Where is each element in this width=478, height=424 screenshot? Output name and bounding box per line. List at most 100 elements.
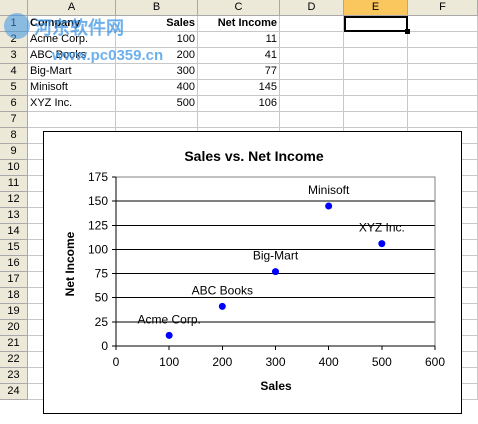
cell-f5[interactable] xyxy=(408,80,478,96)
cell-c2[interactable]: 11 xyxy=(198,32,280,48)
column-header-a[interactable]: A xyxy=(28,0,116,16)
cell-a4[interactable]: Big-Mart xyxy=(28,64,116,80)
data-point xyxy=(272,268,279,276)
cell-d4[interactable] xyxy=(280,64,344,80)
row-header-11[interactable]: 11 xyxy=(0,176,28,192)
row-header-19[interactable]: 19 xyxy=(0,304,28,320)
row-header-9[interactable]: 9 xyxy=(0,144,28,160)
cell-b7[interactable] xyxy=(116,112,198,128)
row-header-3[interactable]: 3 xyxy=(0,48,28,64)
column-header-f[interactable]: F xyxy=(408,0,478,16)
data-point xyxy=(325,202,333,210)
row-header-13[interactable]: 13 xyxy=(0,208,28,224)
cell-value: Company xyxy=(30,17,81,29)
cell-value: 106 xyxy=(258,97,277,109)
cell-value: Acme Corp. xyxy=(30,33,89,45)
y-tick-label: 150 xyxy=(88,194,108,208)
cell-e5[interactable] xyxy=(344,80,408,96)
cell-a3[interactable]: ABC Books xyxy=(28,48,116,64)
row-header-16[interactable]: 16 xyxy=(0,256,28,272)
cell-a1[interactable]: Company xyxy=(28,16,116,32)
select-all-corner[interactable] xyxy=(0,0,28,16)
scatter-chart: Sales vs. Net Income Sales Net Income 0 2… xyxy=(63,148,445,393)
x-tick-label: 100 xyxy=(159,355,179,369)
cell-e4[interactable] xyxy=(344,64,408,80)
cell-a2[interactable]: Acme Corp. xyxy=(28,32,116,48)
row-header-12[interactable]: 12 xyxy=(0,192,28,208)
x-tick-label: 300 xyxy=(265,355,285,369)
cell-e7[interactable] xyxy=(344,112,408,128)
embedded-chart[interactable]: Sales vs. Net Income Sales Net Income 0 2… xyxy=(43,131,462,414)
cell-value: 11 xyxy=(265,33,277,45)
cell-e1[interactable] xyxy=(344,16,408,32)
row-header-23[interactable]: 23 xyxy=(0,368,28,384)
data-label: XYZ Inc. xyxy=(359,221,405,235)
cell-value: 100 xyxy=(176,33,195,45)
cell-d1[interactable] xyxy=(280,16,344,32)
y-axis-label: Net Income xyxy=(63,231,77,296)
data-point xyxy=(165,331,173,339)
row-header-1[interactable]: 1 xyxy=(0,16,28,32)
fill-handle[interactable] xyxy=(405,29,410,34)
cell-f6[interactable] xyxy=(408,96,478,112)
cell-c6[interactable]: 106 xyxy=(198,96,280,112)
cell-b1[interactable]: Sales xyxy=(116,16,198,32)
x-axis-label: Sales xyxy=(260,379,292,393)
cell-d3[interactable] xyxy=(280,48,344,64)
y-tick-label: 175 xyxy=(88,170,108,184)
row-header-21[interactable]: 21 xyxy=(0,336,28,352)
cell-e3[interactable] xyxy=(344,48,408,64)
cell-value: 41 xyxy=(264,49,277,61)
cell-c1[interactable]: Net Income xyxy=(198,16,280,32)
cell-c5[interactable]: 145 xyxy=(198,80,280,96)
cell-b5[interactable]: 400 xyxy=(116,80,198,96)
cell-f4[interactable] xyxy=(408,64,478,80)
column-header-c[interactable]: C xyxy=(198,0,280,16)
row-header-2[interactable]: 2 xyxy=(0,32,28,48)
row-header-20[interactable]: 20 xyxy=(0,320,28,336)
row-header-4[interactable]: 4 xyxy=(0,64,28,80)
cell-c3[interactable]: 41 xyxy=(198,48,280,64)
row-header-15[interactable]: 15 xyxy=(0,240,28,256)
row-header-10[interactable]: 10 xyxy=(0,160,28,176)
row-header-24[interactable]: 24 xyxy=(0,384,28,400)
cell-value: Minisoft xyxy=(30,81,68,93)
y-tick-label: 125 xyxy=(88,218,108,232)
row-header-8[interactable]: 8 xyxy=(0,128,28,144)
cell-value: Net Income xyxy=(217,17,277,29)
row-header-17[interactable]: 17 xyxy=(0,272,28,288)
cell-c7[interactable] xyxy=(198,112,280,128)
cell-f2[interactable] xyxy=(408,32,478,48)
column-header-d[interactable]: D xyxy=(280,0,344,16)
column-header-b[interactable]: B xyxy=(116,0,198,16)
cell-value: 400 xyxy=(176,81,195,93)
cell-value: XYZ Inc. xyxy=(30,97,73,109)
cell-b4[interactable]: 300 xyxy=(116,64,198,80)
row-header-6[interactable]: 6 xyxy=(0,96,28,112)
cell-f7[interactable] xyxy=(408,112,478,128)
cell-c4[interactable]: 77 xyxy=(198,64,280,80)
cell-d5[interactable] xyxy=(280,80,344,96)
cell-a5[interactable]: Minisoft xyxy=(28,80,116,96)
row-header-5[interactable]: 5 xyxy=(0,80,28,96)
cell-e2[interactable] xyxy=(344,32,408,48)
cell-d6[interactable] xyxy=(280,96,344,112)
cell-d2[interactable] xyxy=(280,32,344,48)
row-header-22[interactable]: 22 xyxy=(0,352,28,368)
cell-value: 500 xyxy=(176,97,195,109)
cell-f3[interactable] xyxy=(408,48,478,64)
cell-e6[interactable] xyxy=(344,96,408,112)
row-header-18[interactable]: 18 xyxy=(0,288,28,304)
cell-f1[interactable] xyxy=(408,16,478,32)
cell-a7[interactable] xyxy=(28,112,116,128)
row-header-7[interactable]: 7 xyxy=(0,112,28,128)
cell-b6[interactable]: 500 xyxy=(116,96,198,112)
cell-a6[interactable]: XYZ Inc. xyxy=(28,96,116,112)
column-header-e[interactable]: E xyxy=(344,0,408,16)
row-header-14[interactable]: 14 xyxy=(0,224,28,240)
cell-d7[interactable] xyxy=(280,112,344,128)
cell-b2[interactable]: 100 xyxy=(116,32,198,48)
cell-b3[interactable]: 200 xyxy=(116,48,198,64)
data-point xyxy=(378,240,386,248)
cell-value: Big-Mart xyxy=(30,65,72,77)
